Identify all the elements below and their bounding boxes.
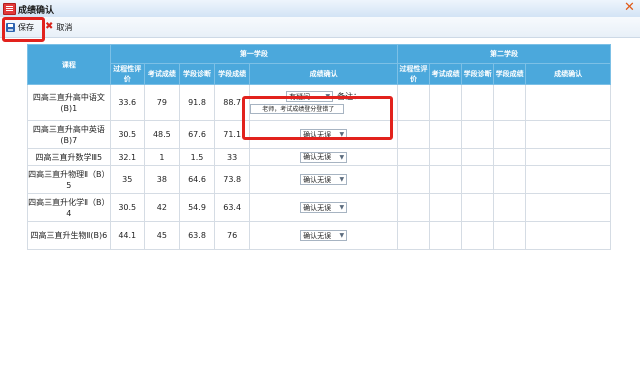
- note-input[interactable]: 老师，考试成绩登分登错了: [250, 104, 345, 114]
- exam-score-header: 考试成绩: [143, 63, 180, 85]
- chevron-down-icon: ▼: [339, 204, 345, 211]
- diagnosis-cell: 91.8: [178, 84, 216, 121]
- process-eval-cell: 44.1: [109, 221, 145, 250]
- confirm-select-value: 确认无误: [303, 153, 332, 161]
- course-name: 四高三直升物理Ⅱ（B）5: [27, 165, 111, 194]
- confirm-header: 成绩确认: [249, 63, 399, 85]
- exam-score-cell: 79: [143, 84, 180, 121]
- cancel-label: 取消: [56, 22, 73, 32]
- term-score-cell: 71.1: [214, 120, 251, 149]
- exam-score-cell: 1: [143, 148, 180, 166]
- course-name: 四高三直升生物Ⅱ(B)6: [27, 221, 111, 250]
- process-eval-cell: 32.1: [109, 148, 145, 166]
- diagnosis-header: 学段诊断: [461, 63, 495, 85]
- exam-score-cell: 42: [143, 193, 180, 222]
- process-eval-cell: 33.6: [109, 84, 145, 121]
- diagnosis-cell: 54.9: [178, 193, 216, 222]
- diagnosis-cell: 64.6: [178, 165, 216, 194]
- confirm-select[interactable]: 确认无误 ▼: [300, 202, 348, 213]
- process-eval-header: 过程性评价: [397, 63, 431, 85]
- confirm-select-value: 确认无误: [303, 203, 332, 212]
- diagnosis-cell: 67.6: [178, 120, 216, 149]
- confirm-select-value: 确认无误: [303, 130, 332, 139]
- confirm-select-value: 确认无误: [303, 175, 332, 184]
- table-row: 四高三直升高中语文(B)1 33.6 79 91.8 88.7 有疑问 ▼ 备注： …: [27, 84, 611, 121]
- course-name: 四高三直升数学Ⅲ5: [27, 148, 111, 166]
- table-row: 四高三直升高中英语(B)7 30.5 48.5 67.6 71.1 确认无误 ▼: [27, 120, 611, 149]
- course-name: 四高三直升化学Ⅱ（B）4: [27, 193, 111, 222]
- toolbar: 保存 ✖ 取消: [0, 17, 640, 38]
- bottom-fade: [0, 330, 640, 368]
- course-header: 课程: [27, 44, 111, 85]
- confirm-select[interactable]: 确认无误 ▼: [300, 230, 348, 241]
- confirm-select-value: 有疑问: [289, 92, 311, 101]
- exam-score-header: 考试成绩: [429, 63, 463, 85]
- process-eval-header: 过程性评价: [109, 63, 145, 85]
- table-row: 四高三直升生物Ⅱ(B)6 44.1 45 63.8 76 确认无误 ▼: [27, 221, 611, 250]
- close-icon: ✖: [45, 21, 54, 32]
- exam-score-cell: 45: [143, 221, 180, 250]
- note-label: 备注：: [337, 92, 362, 101]
- term-score-cell: 76: [214, 221, 251, 250]
- confirm-cell: 确认无误 ▼: [249, 193, 399, 222]
- term-score-cell: 88.7: [214, 84, 251, 121]
- confirm-cell: 确认无误 ▼: [249, 148, 399, 166]
- diagnosis-cell: 63.8: [178, 221, 216, 250]
- course-name: 四高三直升高中英语(B)7: [27, 120, 111, 149]
- grade-table: 课程 第一学段 第二学段 过程性评价 考试成绩 学段诊断 学段成绩 成绩确认 过…: [27, 44, 611, 250]
- process-eval-cell: 30.5: [109, 193, 145, 222]
- chevron-down-icon: ▼: [339, 153, 345, 161]
- process-eval-cell: 30.5: [109, 120, 145, 149]
- term-score-cell: 63.4: [214, 193, 251, 222]
- term-score-cell: 33: [214, 148, 251, 166]
- diagnosis-cell: 1.5: [178, 148, 216, 166]
- close-icon[interactable]: ✕: [624, 1, 635, 15]
- confirm-cell: 确认无误 ▼: [249, 165, 399, 194]
- course-name: 四高三直升高中语文(B)1: [27, 84, 111, 121]
- exam-score-cell: 38: [143, 165, 180, 194]
- confirm-select-value: 确认无误: [303, 231, 332, 240]
- table-row: 四高三直升化学Ⅱ（B）4 30.5 42 54.9 63.4 确认无误 ▼: [27, 193, 611, 222]
- semester-2-header: 第二学段: [397, 44, 611, 64]
- confirm-cell: 有疑问 ▼ 备注： 老师，考试成绩登分登错了: [249, 84, 399, 121]
- cancel-button[interactable]: ✖ 取消: [45, 21, 72, 33]
- confirm-header: 成绩确认: [525, 63, 611, 85]
- save-label: 保存: [18, 22, 34, 32]
- chevron-down-icon: ▼: [325, 93, 331, 100]
- chevron-down-icon: ▼: [339, 131, 345, 138]
- table-row: 四高三直升物理Ⅱ（B）5 35 38 64.6 73.8 确认无误 ▼: [27, 165, 611, 194]
- confirm-select[interactable]: 确认无误 ▼: [300, 151, 348, 163]
- table-row: 四高三直升数学Ⅲ5 32.1 1 1.5 33 确认无误 ▼: [27, 148, 611, 166]
- term-score-header: 学段成绩: [493, 63, 527, 85]
- exam-score-cell: 48.5: [143, 120, 180, 149]
- confirm-select[interactable]: 确认无误 ▼: [300, 174, 348, 185]
- confirm-select[interactable]: 确认无误 ▼: [300, 129, 348, 140]
- confirm-cell: 确认无误 ▼: [249, 221, 399, 250]
- window-titlebar: 成绩确认 ✕: [0, 0, 640, 18]
- diagnosis-header: 学段诊断: [178, 63, 216, 85]
- term-score-cell: 73.8: [214, 165, 251, 194]
- window-title: 成绩确认: [18, 6, 55, 16]
- process-eval-cell: 35: [109, 165, 145, 194]
- confirm-select[interactable]: 有疑问 ▼: [286, 91, 334, 102]
- chevron-down-icon: ▼: [339, 176, 345, 183]
- app-icon: [3, 3, 16, 15]
- term-score-header: 学段成绩: [214, 63, 251, 85]
- floppy-disk-icon: [6, 22, 15, 32]
- semester-1-header: 第一学段: [109, 44, 399, 64]
- chevron-down-icon: ▼: [339, 232, 345, 239]
- confirm-cell: 确认无误 ▼: [249, 120, 399, 149]
- save-button[interactable]: 保存: [6, 21, 34, 33]
